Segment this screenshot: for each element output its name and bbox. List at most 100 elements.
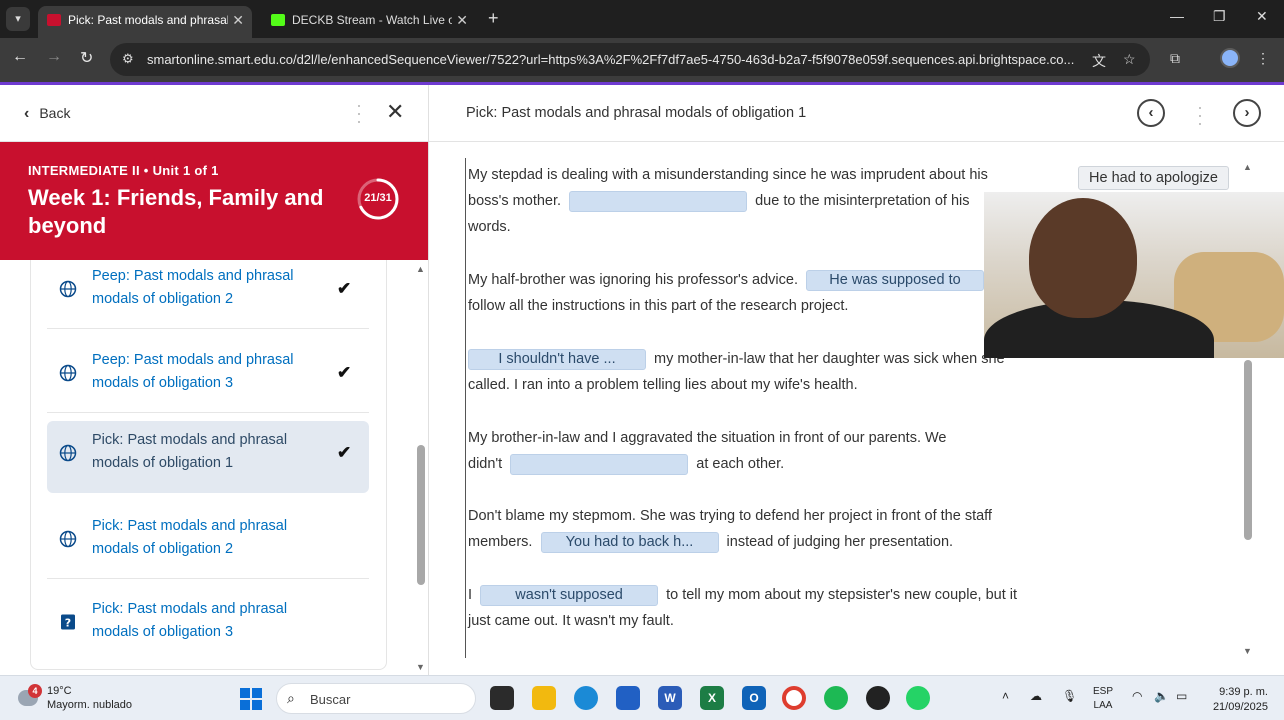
webcam-overlay (984, 192, 1284, 358)
profile-avatar[interactable] (1220, 48, 1240, 68)
spotify-icon[interactable] (824, 686, 848, 710)
webcam-person-head (1029, 198, 1137, 318)
scroll-down-arrow-icon[interactable]: ▼ (416, 662, 425, 672)
previous-button[interactable]: ‹ (1137, 99, 1165, 127)
browser-tab[interactable]: DECKB Stream - Watch Live on ✕ (262, 6, 476, 38)
bookmark-star-icon[interactable]: ☆ (1123, 51, 1136, 68)
excel-icon[interactable]: X (700, 686, 724, 710)
divider-dots: · · · (1197, 97, 1203, 133)
weather-widget[interactable]: 4 19°C Mayorm. nublado (16, 684, 156, 714)
exercise-paragraph: I shouldn't have ... my mother-in-law th… (468, 346, 1028, 398)
microphone-icon[interactable]: 🎙 (1062, 689, 1077, 703)
next-button[interactable]: › (1233, 99, 1261, 127)
address-bar[interactable]: ⚙ smartonline.smart.edu.co/d2l/le/enhanc… (110, 43, 1150, 76)
word-icon[interactable]: W (658, 686, 682, 710)
tab-title: Pick: Past modals and phrasal mod (68, 13, 228, 27)
taskbar-search[interactable]: ⌕ Buscar (276, 683, 476, 714)
back-label: Back (39, 105, 71, 121)
divider-dots: · · · (356, 95, 362, 131)
search-icon: ⌕ (287, 690, 295, 706)
language-indicator[interactable]: ESP LAA (1093, 685, 1113, 713)
whatsapp-icon[interactable] (906, 686, 930, 710)
scroll-up-arrow-icon[interactable]: ▲ (416, 264, 425, 274)
windows-start-icon[interactable] (240, 688, 262, 710)
obs-icon[interactable] (866, 686, 890, 710)
forward-arrow-icon[interactable]: → (46, 48, 62, 66)
checkmark-icon: ✔ (337, 363, 352, 382)
search-placeholder: Buscar (310, 692, 351, 707)
scroll-down-arrow-icon[interactable]: ▼ (1243, 646, 1252, 656)
chrome-icon[interactable] (782, 686, 806, 710)
activity-item-selected[interactable]: Pick: Past modals and phrasal modals of … (47, 421, 369, 493)
checkmark-icon: ✔ (337, 443, 352, 462)
panel-divider (428, 85, 429, 675)
back-button[interactable]: ‹ Back (24, 105, 70, 123)
menu-kebab-icon[interactable]: ⋮ (1256, 50, 1270, 67)
svg-text:?: ? (65, 617, 71, 630)
exercise-paragraph: My half-brother was ignoring his profess… (468, 267, 988, 319)
browser-tab-bar: ▾ Pick: Past modals and phrasal mod ✕ DE… (0, 0, 1284, 38)
sidebar-scroll-thumb[interactable] (417, 445, 425, 585)
activity-item[interactable]: Peep: Past modals and phrasal modals of … (47, 260, 369, 329)
exercise-paragraph: My brother-in-law and I aggravated the s… (468, 425, 978, 477)
activity-item[interactable]: Pick: Past modals and phrasal modals of … (47, 507, 369, 579)
notification-badge: 4 (28, 684, 42, 698)
language-code: ESP (1093, 686, 1114, 697)
volume-icon[interactable]: 🔈 (1154, 689, 1169, 703)
exercise-paragraph: I wasn't supposed to tell my mom about m… (468, 582, 1038, 634)
answer-blank[interactable] (510, 453, 689, 475)
back-arrow-icon[interactable]: ← (12, 48, 28, 66)
tab-close-icon[interactable]: ✕ (456, 6, 468, 34)
reload-icon[interactable]: ↻ (80, 48, 93, 68)
course-level: INTERMEDIATE II (28, 163, 140, 178)
activity-item[interactable]: Peep: Past modals and phrasal modals of … (47, 341, 369, 413)
onedrive-icon[interactable]: ☁ (1030, 689, 1042, 703)
wifi-icon[interactable]: ◠ (1132, 689, 1142, 703)
content-scroll-thumb[interactable] (1244, 360, 1252, 540)
tab-close-icon[interactable]: ✕ (232, 6, 244, 34)
file-explorer-icon[interactable] (532, 686, 556, 710)
edge-browser-icon[interactable] (574, 686, 598, 710)
battery-icon[interactable]: ▭ (1176, 689, 1187, 703)
new-tab-icon[interactable]: + (488, 8, 499, 28)
answer-blank[interactable]: He was supposed to (806, 269, 984, 291)
progress-count: 21/31 (364, 192, 392, 204)
sidebar-header: ‹ Back · · · ✕ (0, 85, 428, 142)
globe-icon (59, 280, 77, 298)
globe-icon (59, 530, 77, 548)
browser-tab-active[interactable]: Pick: Past modals and phrasal mod ✕ (38, 6, 252, 38)
outlook-icon[interactable]: O (742, 686, 766, 710)
window-close-icon[interactable]: ✕ (1256, 8, 1268, 25)
translate-icon[interactable]: 文 (1092, 51, 1106, 71)
system-clock[interactable]: 9:39 p. m. 21/09/2025 (1198, 685, 1268, 715)
activity-label: Pick: Past modals and phrasal modals of … (92, 518, 288, 557)
activity-item[interactable]: ? Pick: Past modals and phrasal modals o… (47, 590, 369, 662)
url-text[interactable]: smartonline.smart.edu.co/d2l/le/enhanced… (147, 52, 1087, 67)
answer-blank[interactable]: You had to back h... (540, 531, 719, 553)
windows-taskbar: 4 19°C Mayorm. nublado ⌕ Buscar W X O ˄ … (0, 675, 1284, 720)
site-favicon-icon (47, 14, 61, 26)
site-info-icon[interactable]: ⚙ (122, 51, 134, 67)
answer-blank[interactable] (569, 190, 748, 212)
close-icon[interactable]: ✕ (386, 99, 404, 125)
page-title: Pick: Past modals and phrasal modals of … (466, 105, 807, 121)
minimize-icon[interactable]: — (1170, 8, 1184, 24)
tab-search-button[interactable]: ▾ (6, 7, 30, 31)
activity-label: Peep: Past modals and phrasal modals of … (92, 352, 294, 391)
answer-choice-chip[interactable]: He had to apologize (1078, 166, 1229, 190)
extensions-icon[interactable]: ⧉ (1170, 50, 1180, 67)
answer-blank[interactable]: I shouldn't have ... (468, 348, 646, 370)
activity-label: Pick: Past modals and phrasal modals of … (92, 601, 288, 640)
task-view-icon[interactable] (490, 686, 514, 710)
tray-chevron-icon[interactable]: ˄ (1002, 689, 1009, 703)
kick-favicon-icon (271, 14, 285, 26)
tab-title: DECKB Stream - Watch Live on (292, 13, 452, 27)
scroll-up-arrow-icon[interactable]: ▲ (1243, 162, 1252, 172)
weather-condition: Mayorm. nublado (47, 699, 132, 711)
exercise-paragraph: My stepdad is dealing with a misundersta… (468, 162, 988, 240)
sentence-text: follow all the instructions in this part… (468, 298, 849, 314)
answer-blank[interactable]: wasn't supposed (480, 584, 659, 606)
restore-icon[interactable]: ❐ (1213, 8, 1226, 25)
breadcrumb-separator: • (143, 163, 153, 178)
store-icon[interactable] (616, 686, 640, 710)
